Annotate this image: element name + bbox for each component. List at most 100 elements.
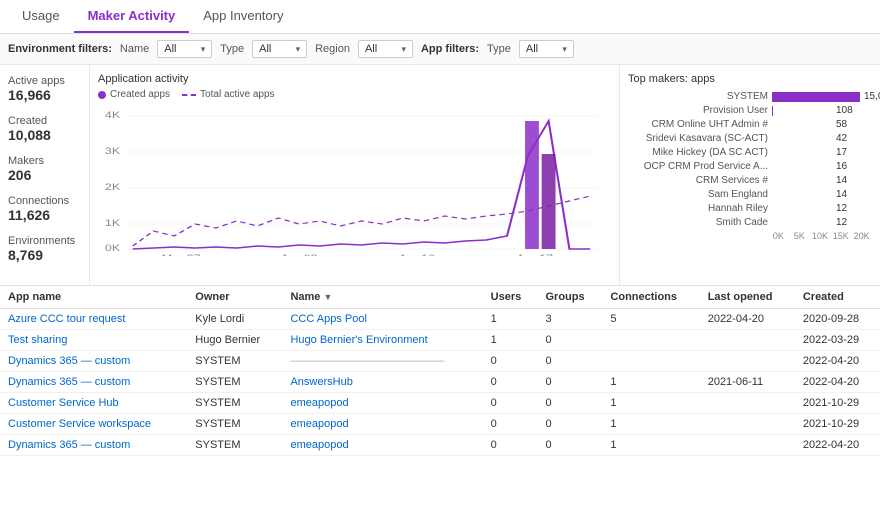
region-filter-select[interactable]: All ▾ <box>358 40 413 58</box>
svg-text:3K: 3K <box>105 147 121 157</box>
maker-name: Hannah Riley <box>628 203 768 214</box>
maker-row: OCP CRM Prod Service A... 16 <box>628 161 872 172</box>
last-opened-cell <box>700 414 795 435</box>
name-filter-label: Name <box>120 43 149 55</box>
chart-svg: 4K 3K 2K 1K 0K Mar 27 Apr 03 <box>98 106 611 277</box>
app-name-cell: Dynamics 365 — custom <box>0 372 187 393</box>
created-cell: 2020-09-28 <box>795 309 880 330</box>
table-container[interactable]: App name Owner Name ▼ Users Groups Conne… <box>0 286 880 456</box>
table-row: Azure CCC tour request Kyle Lordi CCC Ap… <box>0 309 880 330</box>
app-name-link[interactable]: Customer Service Hub <box>8 397 119 409</box>
maker-bar <box>772 92 860 102</box>
chart-title: Application activity <box>98 73 611 85</box>
chart-area: Application activity Created apps Total … <box>90 65 620 285</box>
filters-row: Environment filters: Name All ▾ Type All… <box>0 34 880 65</box>
maker-row: Smith Cade 12 <box>628 217 872 228</box>
app-type-filter-select[interactable]: All ▾ <box>519 40 574 58</box>
groups-cell: 0 <box>538 330 603 351</box>
tab-maker-activity[interactable]: Maker Activity <box>74 0 190 33</box>
col-created: Created <box>795 286 880 309</box>
connections-stat: Connections 11,626 <box>8 195 81 223</box>
connections-cell: 1 <box>602 372 699 393</box>
legend-total: Total active apps <box>182 89 275 100</box>
app-name-link[interactable]: Test sharing <box>8 334 67 346</box>
owner-cell: SYSTEM <box>187 393 282 414</box>
environments-stat: Environments 8,769 <box>8 235 81 263</box>
tab-app-inventory[interactable]: App Inventory <box>189 0 297 33</box>
maker-name: SYSTEM <box>628 91 768 102</box>
maker-row: CRM Services # 14 <box>628 175 872 186</box>
last-opened-cell <box>700 393 795 414</box>
maker-name: Sridevi Kasavara (SC-ACT) <box>628 133 768 144</box>
owner-cell: SYSTEM <box>187 351 282 372</box>
maker-name: Smith Cade <box>628 217 768 228</box>
created-stat: Created 10,088 <box>8 115 81 143</box>
maker-value: 14 <box>836 175 872 186</box>
app-name-cell: Azure CCC tour request <box>0 309 187 330</box>
env-name-cell: emeapopod <box>282 435 482 456</box>
created-cell: 2021-10-29 <box>795 414 880 435</box>
maker-value: 14 <box>836 189 872 200</box>
name-filter-select[interactable]: All ▾ <box>157 40 212 58</box>
connections-cell <box>602 330 699 351</box>
env-name-link[interactable]: emeapopod <box>290 397 348 409</box>
svg-text:Apr 10: Apr 10 <box>399 254 436 256</box>
maker-row: CRM Online UHT Admin # 58 <box>628 119 872 130</box>
table-body: Azure CCC tour request Kyle Lordi CCC Ap… <box>0 309 880 456</box>
env-name-link[interactable]: AnswersHub <box>290 376 352 388</box>
users-cell: 1 <box>483 309 538 330</box>
chevron-down-icon: ▾ <box>296 44 301 55</box>
env-name-link[interactable]: emeapopod <box>290 439 348 451</box>
app-name-link[interactable]: Dynamics 365 — custom <box>8 439 130 451</box>
groups-cell: 0 <box>538 351 603 372</box>
col-name[interactable]: Name ▼ <box>282 286 482 309</box>
env-name-link[interactable]: Hugo Bernier's Environment <box>290 334 427 346</box>
chevron-down-icon: ▾ <box>401 44 406 55</box>
maker-value: 17 <box>836 147 872 158</box>
chevron-down-icon: ▾ <box>562 44 567 55</box>
env-name-cell: Hugo Bernier's Environment <box>282 330 482 351</box>
svg-text:1K: 1K <box>105 219 121 229</box>
groups-cell: 0 <box>538 435 603 456</box>
created-cell: 2022-04-20 <box>795 435 880 456</box>
sort-icon: ▼ <box>324 292 333 302</box>
connections-cell: 1 <box>602 414 699 435</box>
main-content: Active apps 16,966 Created 10,088 Makers… <box>0 65 880 456</box>
app-table: App name Owner Name ▼ Users Groups Conne… <box>0 286 880 456</box>
app-name-link[interactable]: Dynamics 365 — custom <box>8 355 130 367</box>
maker-bar-container <box>772 120 832 130</box>
created-cell: 2022-04-20 <box>795 351 880 372</box>
chart-legend: Created apps Total active apps <box>98 89 611 100</box>
svg-text:4K: 4K <box>105 111 121 121</box>
env-name-cell: —————————————— <box>282 351 482 372</box>
app-filters-label: App filters: <box>421 43 479 55</box>
app-name-link[interactable]: Azure CCC tour request <box>8 313 125 325</box>
maker-bar-container <box>772 92 860 102</box>
app-name-cell: Dynamics 365 — custom <box>0 435 187 456</box>
users-cell: 0 <box>483 351 538 372</box>
maker-name: OCP CRM Prod Service A... <box>628 161 768 172</box>
environment-filters-label: Environment filters: <box>8 43 112 55</box>
maker-row: Sam England 14 <box>628 189 872 200</box>
table-row: Test sharing Hugo Bernier Hugo Bernier's… <box>0 330 880 351</box>
type-filter-label: Type <box>220 43 244 55</box>
maker-row: Hannah Riley 12 <box>628 203 872 214</box>
maker-bar-container <box>772 134 832 144</box>
created-cell: 2022-04-20 <box>795 372 880 393</box>
type-filter-select[interactable]: All ▾ <box>252 40 307 58</box>
env-name-link[interactable]: CCC Apps Pool <box>290 313 366 325</box>
region-filter-label: Region <box>315 43 350 55</box>
app-name-link[interactable]: Dynamics 365 — custom <box>8 376 130 388</box>
maker-row: Mike Hickey (DA SC ACT) 17 <box>628 147 872 158</box>
svg-text:Apr 17: Apr 17 <box>516 254 553 256</box>
upper-content: Active apps 16,966 Created 10,088 Makers… <box>0 65 880 285</box>
app-name-link[interactable]: Customer Service workspace <box>8 418 151 430</box>
env-name-link[interactable]: emeapopod <box>290 418 348 430</box>
col-users: Users <box>483 286 538 309</box>
connections-cell: 5 <box>602 309 699 330</box>
owner-cell: SYSTEM <box>187 372 282 393</box>
tab-usage[interactable]: Usage <box>8 0 74 33</box>
env-name-cell: emeapopod <box>282 393 482 414</box>
table-row: Customer Service Hub SYSTEM emeapopod 0 … <box>0 393 880 414</box>
col-last-opened: Last opened <box>700 286 795 309</box>
